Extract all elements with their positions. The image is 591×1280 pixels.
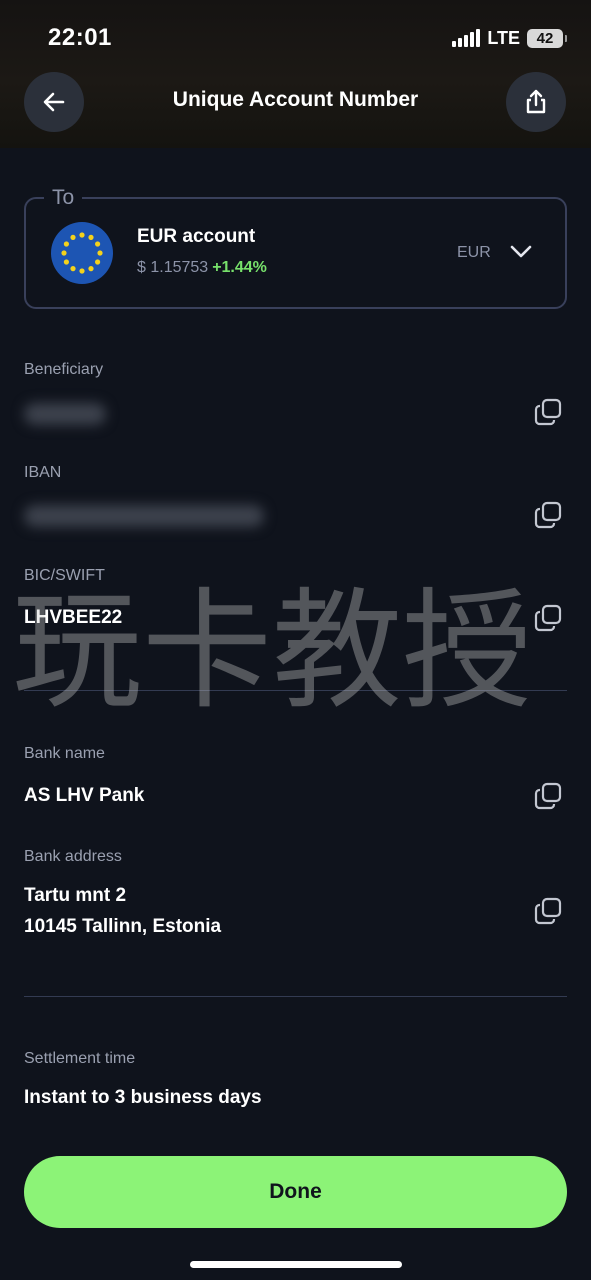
bank-address-line1: Tartu mnt 2 xyxy=(24,885,127,906)
back-button[interactable] xyxy=(24,72,84,132)
currency-code: EUR xyxy=(457,244,491,261)
watermark: 玩卡教授 xyxy=(12,575,533,727)
copy-iban-button[interactable] xyxy=(533,500,563,530)
done-button[interactable]: Done xyxy=(24,1156,567,1228)
status-indicators: LTE 42 xyxy=(452,26,567,50)
copy-icon xyxy=(534,782,562,810)
network-type: LTE xyxy=(487,27,520,48)
chevron-down-icon[interactable] xyxy=(509,240,533,264)
settlement-label: Settlement time xyxy=(24,1050,136,1067)
home-indicator xyxy=(190,1261,402,1268)
bank-address-label: Bank address xyxy=(24,848,122,865)
top-bar: 22:01 LTE 42 Unique Account Number xyxy=(0,0,591,148)
copy-beneficiary-button[interactable] xyxy=(533,397,563,427)
bic-value: LHVBEE22 xyxy=(24,607,123,628)
to-label: To xyxy=(44,186,83,210)
status-time: 22:01 xyxy=(48,24,112,51)
page-title: Unique Account Number xyxy=(172,88,419,111)
share-icon xyxy=(526,89,546,114)
battery-level: 42 xyxy=(536,29,554,47)
arrow-left-icon xyxy=(43,92,65,112)
rate-value: $ 1.15753 xyxy=(137,259,209,276)
beneficiary-value-redacted xyxy=(24,403,106,425)
rate-change: +1.44% xyxy=(212,259,267,276)
share-button[interactable] xyxy=(506,72,566,132)
beneficiary-label: Beneficiary xyxy=(24,361,104,378)
copy-icon xyxy=(534,604,562,632)
signal-icon xyxy=(452,29,481,47)
iban-label: IBAN xyxy=(24,464,62,481)
iban-value-redacted xyxy=(24,505,264,527)
bank-name-label: Bank name xyxy=(24,745,105,762)
bank-address-line2: 10145 Tallinn, Estonia xyxy=(24,916,222,937)
settlement-value: Instant to 3 business days xyxy=(24,1087,262,1108)
account-name: EUR account xyxy=(137,226,256,247)
section-divider xyxy=(24,690,567,691)
copy-icon xyxy=(534,398,562,426)
section-divider xyxy=(24,996,567,997)
bank-name-value: AS LHV Pank xyxy=(24,785,145,806)
copy-icon xyxy=(534,501,562,529)
battery-icon: 42 xyxy=(527,28,567,48)
account-rate: $ 1.15753 +1.44% xyxy=(137,259,267,277)
eu-flag-icon xyxy=(51,222,113,284)
copy-bic-button[interactable] xyxy=(533,603,563,633)
bic-label: BIC/SWIFT xyxy=(24,567,105,584)
copy-bank-name-button[interactable] xyxy=(533,781,563,811)
copy-icon xyxy=(534,897,562,925)
copy-bank-address-button[interactable] xyxy=(533,896,563,926)
